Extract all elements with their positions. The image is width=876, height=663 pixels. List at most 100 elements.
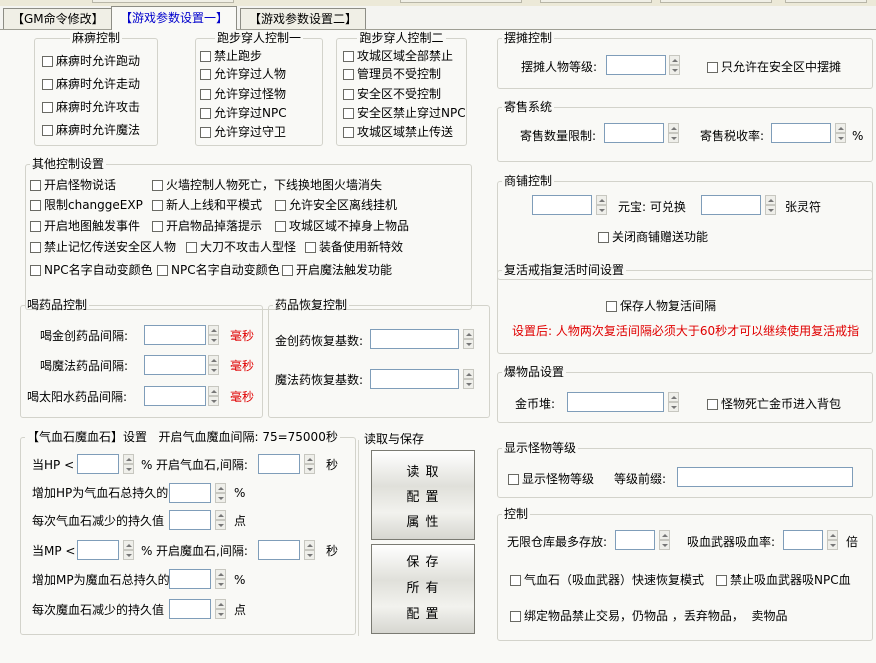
checkbox-icon[interactable]	[42, 55, 53, 67]
ctrl-storage-spinner[interactable]	[659, 530, 670, 550]
stone-dec-mp-input[interactable]	[169, 599, 211, 619]
checkbox-icon[interactable]	[343, 68, 354, 80]
cb-shop-close-gift[interactable]: 关闭商铺赠送功能	[598, 230, 708, 244]
cb-paralysis-run[interactable]: 麻痹时允许跑动	[42, 54, 140, 68]
cb-paralysis-magic[interactable]: 麻痹时允许魔法	[42, 123, 140, 137]
checkbox-icon[interactable]	[275, 199, 286, 211]
recover-hp-input[interactable]	[370, 329, 459, 349]
cb-magic-trigger[interactable]: 开启魔法触发功能	[282, 263, 392, 277]
stone-dec-hp-input[interactable]	[169, 510, 211, 530]
ctrl-vamp-input[interactable]	[783, 530, 823, 550]
cb-pass-player[interactable]: 允许穿过人物	[200, 67, 286, 81]
drink-hp-input[interactable]	[144, 325, 206, 345]
checkbox-icon[interactable]	[200, 50, 211, 62]
stone-hp-lt-input[interactable]	[77, 454, 119, 474]
cb-safezone-no-npc[interactable]: 安全区禁止穿过NPC	[343, 106, 466, 120]
checkbox-icon[interactable]	[275, 220, 286, 232]
load-config-button[interactable]: 读 取 配 置 属 性	[371, 450, 475, 540]
cb-pass-npc[interactable]: 允许穿过NPC	[200, 106, 287, 120]
checkbox-icon[interactable]	[200, 68, 211, 80]
recover-hp-spinner[interactable]	[463, 329, 474, 349]
stone-mp-lt-input[interactable]	[77, 540, 119, 560]
shop-card-input[interactable]	[701, 195, 761, 215]
drink-mp-spinner[interactable]	[208, 355, 219, 375]
recover-mp-input[interactable]	[370, 369, 459, 389]
cb-admin-exempt[interactable]: 管理员不受控制	[343, 67, 441, 81]
cb-limit-exp[interactable]: 限制changgeEXP	[30, 198, 143, 212]
stone-mp-lt-spinner[interactable]	[123, 540, 134, 560]
checkbox-icon[interactable]	[707, 61, 718, 73]
recover-mp-spinner[interactable]	[463, 369, 474, 389]
cb-bind-item-restrict[interactable]: 绑定物品禁止交易，仍物品 ，丢弃物品， 卖物品	[510, 609, 787, 623]
checkbox-icon[interactable]	[510, 574, 521, 586]
checkbox-icon[interactable]	[30, 220, 41, 232]
cb-no-memory-teleport[interactable]: 禁止记忆传送安全区人物	[30, 240, 176, 254]
checkbox-icon[interactable]	[200, 88, 211, 100]
mlevel-prefix-input[interactable]	[677, 467, 853, 487]
stone-add-hp-spinner[interactable]	[215, 483, 226, 503]
checkbox-icon[interactable]	[42, 78, 53, 90]
checkbox-icon[interactable]	[343, 107, 354, 119]
checkbox-icon[interactable]	[152, 179, 163, 191]
checkbox-icon[interactable]	[30, 199, 41, 211]
stone-add-hp-input[interactable]	[169, 483, 211, 503]
consign-tax-input[interactable]	[771, 123, 831, 143]
stone-add-mp-spinner[interactable]	[215, 569, 226, 589]
checkbox-icon[interactable]	[42, 124, 53, 136]
checkbox-icon[interactable]	[598, 231, 609, 243]
shop-yuanbao-spinner[interactable]	[596, 195, 607, 215]
stone-open-mp-input[interactable]	[258, 540, 300, 560]
checkbox-icon[interactable]	[30, 264, 41, 276]
cb-siege-no-teleport[interactable]: 攻城区域禁止传送	[343, 125, 453, 139]
cb-no-run[interactable]: 禁止跑步	[200, 49, 262, 63]
consign-tax-spinner[interactable]	[835, 123, 846, 143]
drink-hp-spinner[interactable]	[208, 325, 219, 345]
cb-npc-color-1[interactable]: NPC名字自动变颜色	[30, 263, 153, 277]
cb-safezone-afk[interactable]: 允许安全区离线挂机	[275, 198, 397, 212]
cb-monster-talk[interactable]: 开启怪物说话	[30, 178, 116, 192]
ctrl-storage-input[interactable]	[615, 530, 655, 550]
cb-siege-no-drop[interactable]: 攻城区域不掉身上物品	[275, 219, 409, 233]
stone-open-hp-input[interactable]	[258, 454, 300, 474]
drink-sun-input[interactable]	[144, 386, 206, 406]
consign-limit-input[interactable]	[604, 123, 664, 143]
checkbox-icon[interactable]	[343, 88, 354, 100]
stall-level-input[interactable]	[606, 55, 666, 75]
cb-paralysis-walk[interactable]: 麻痹时允许走动	[42, 77, 140, 91]
checkbox-icon[interactable]	[200, 107, 211, 119]
stone-hp-lt-spinner[interactable]	[123, 454, 134, 474]
checkbox-icon[interactable]	[152, 220, 163, 232]
consign-limit-spinner[interactable]	[668, 123, 679, 143]
shop-yuanbao-input[interactable]	[532, 195, 592, 215]
cb-new-effects[interactable]: 装备使用新特效	[305, 240, 403, 254]
checkbox-icon[interactable]	[186, 241, 197, 253]
checkbox-icon[interactable]	[305, 241, 316, 253]
cb-safezone-exempt[interactable]: 安全区不受控制	[343, 87, 441, 101]
checkbox-icon[interactable]	[510, 610, 521, 622]
checkbox-icon[interactable]	[707, 398, 718, 410]
cb-blade-no-humanoid[interactable]: 大刀不攻击人型怪	[186, 240, 296, 254]
stone-dec-hp-spinner[interactable]	[215, 510, 226, 530]
checkbox-icon[interactable]	[508, 473, 519, 485]
cb-pass-monster[interactable]: 允许穿过怪物	[200, 87, 286, 101]
ctrl-vamp-spinner[interactable]	[827, 530, 838, 550]
checkbox-icon[interactable]	[282, 264, 293, 276]
checkbox-icon[interactable]	[200, 126, 211, 138]
cb-map-event[interactable]: 开启地图触发事件	[30, 219, 140, 233]
checkbox-icon[interactable]	[30, 179, 41, 191]
checkbox-icon[interactable]	[30, 241, 41, 253]
cb-siege-forbid-all[interactable]: 攻城区域全部禁止	[343, 49, 453, 63]
tab-game-settings-1[interactable]: 【游戏参数设置一】	[111, 6, 238, 30]
drop-gold-spinner[interactable]	[668, 392, 679, 412]
cb-npc-color-2[interactable]: NPC名字自动变颜色	[157, 263, 280, 277]
cb-drop-hint[interactable]: 开启物品掉落提示	[152, 219, 262, 233]
checkbox-icon[interactable]	[716, 574, 727, 586]
cb-revive-save-interval[interactable]: 保存人物复活间隔	[606, 299, 716, 313]
cb-no-vamp-npc[interactable]: 禁止吸血武器吸NPC血	[716, 573, 851, 587]
checkbox-icon[interactable]	[42, 101, 53, 113]
stall-level-spinner[interactable]	[669, 55, 680, 75]
stone-open-mp-spinner[interactable]	[304, 540, 315, 560]
tab-gm-command[interactable]: 【GM命令修改】	[3, 8, 113, 29]
tab-game-settings-2[interactable]: 【游戏参数设置二】	[240, 8, 367, 29]
shop-card-spinner[interactable]	[765, 195, 776, 215]
